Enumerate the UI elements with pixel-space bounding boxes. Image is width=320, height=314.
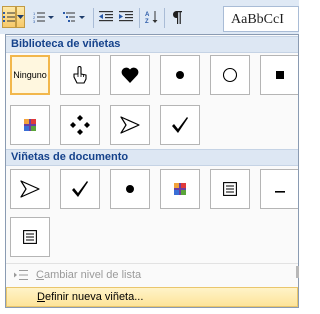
hand-pointer-icon <box>73 66 87 84</box>
doc-bullet-arrowhead-tile[interactable] <box>10 169 50 209</box>
svg-text:A: A <box>145 12 150 18</box>
bullet-dot-tile[interactable] <box>160 55 200 95</box>
bullet-heart-tile[interactable] <box>110 55 150 95</box>
boxed-lines-icon <box>23 230 37 244</box>
show-formatting-button[interactable] <box>168 6 186 28</box>
toolbar-separator <box>139 8 140 28</box>
bullets-button[interactable] <box>2 6 16 28</box>
background-scroll-fragment <box>296 266 299 278</box>
multilevel-list-icon <box>63 12 85 22</box>
change-list-level-item[interactable]: Cambiar nivel de lista <box>6 265 298 285</box>
bullet-library-menu: Biblioteca de viñetas Ninguno Viñetas de… <box>5 34 299 308</box>
dash-icon <box>275 191 285 193</box>
doc-bullet-boxed-lines-2-tile[interactable] <box>10 217 50 257</box>
doc-bullet-boxed-lines-tile[interactable] <box>210 169 250 209</box>
change-level-icon <box>10 269 32 281</box>
bullets-icon <box>3 12 15 22</box>
bullet-diamond-cluster-tile[interactable] <box>60 105 100 145</box>
colored-cross-icon <box>24 119 36 131</box>
doc-bullet-colored-cross-tile[interactable] <box>160 169 200 209</box>
bullet-hand-tile[interactable] <box>60 55 100 95</box>
increase-indent-icon <box>119 11 133 22</box>
doc-bullet-dot-tile[interactable] <box>110 169 150 209</box>
filled-square-icon <box>276 71 284 79</box>
checkmark-icon <box>72 181 88 197</box>
increase-indent-button[interactable] <box>117 6 135 28</box>
sort-az-icon: A Z <box>145 11 158 24</box>
sort-button[interactable]: A Z <box>143 6 161 28</box>
doc-bullet-dash-tile[interactable] <box>260 169 298 209</box>
colored-cross-icon <box>174 183 186 195</box>
diamond-cluster-icon <box>70 115 90 135</box>
hollow-circle-icon <box>222 67 238 83</box>
decrease-indent-icon <box>99 11 113 22</box>
change-list-level-label: Cambiar nivel de lista <box>36 269 142 281</box>
multilevel-list-button[interactable] <box>60 6 90 28</box>
style-preview-text: AaBbCcI <box>231 12 284 27</box>
menu-separator <box>6 263 298 264</box>
toolbar-separator <box>93 8 94 28</box>
svg-text:3: 3 <box>33 19 36 23</box>
arrowhead-icon <box>120 116 140 134</box>
ribbon-paragraph-toolbar: 1 2 3 A Z AaBbCcI <box>0 0 299 34</box>
bullet-circle-tile[interactable] <box>210 55 250 95</box>
toolbar-separator <box>164 8 165 28</box>
filled-circle-icon <box>126 185 134 193</box>
bullet-square-tile[interactable] <box>260 55 298 95</box>
heart-icon <box>121 67 139 83</box>
define-new-bullet-item[interactable]: Definir nueva viñeta... <box>6 287 298 307</box>
svg-text:Z: Z <box>145 19 149 24</box>
bullet-library-header: Biblioteca de viñetas <box>6 36 298 53</box>
arrowhead-icon <box>20 180 40 198</box>
bullets-dropdown[interactable] <box>16 6 25 28</box>
decrease-indent-button[interactable] <box>97 6 115 28</box>
doc-bullet-checkmark-tile[interactable] <box>60 169 100 209</box>
define-new-bullet-label: Definir nueva viñeta... <box>37 291 144 303</box>
numbering-icon: 1 2 3 <box>33 11 54 23</box>
checkmark-icon <box>172 117 188 133</box>
bullet-checkmark-tile[interactable] <box>160 105 200 145</box>
boxed-lines-icon <box>223 182 237 196</box>
bullet-none-label: Ninguno <box>13 70 47 80</box>
quick-style-preview[interactable]: AaBbCcI <box>223 6 299 32</box>
numbering-button[interactable]: 1 2 3 <box>30 6 58 28</box>
bullet-none-tile[interactable]: Ninguno <box>10 55 50 95</box>
filled-circle-icon <box>176 71 184 79</box>
bullet-colored-cross-tile[interactable] <box>10 105 50 145</box>
bullet-arrowhead-tile[interactable] <box>110 105 150 145</box>
pilcrow-icon <box>172 10 182 24</box>
chevron-down-icon <box>17 14 24 19</box>
document-bullets-header: Viñetas de documento <box>6 149 298 166</box>
